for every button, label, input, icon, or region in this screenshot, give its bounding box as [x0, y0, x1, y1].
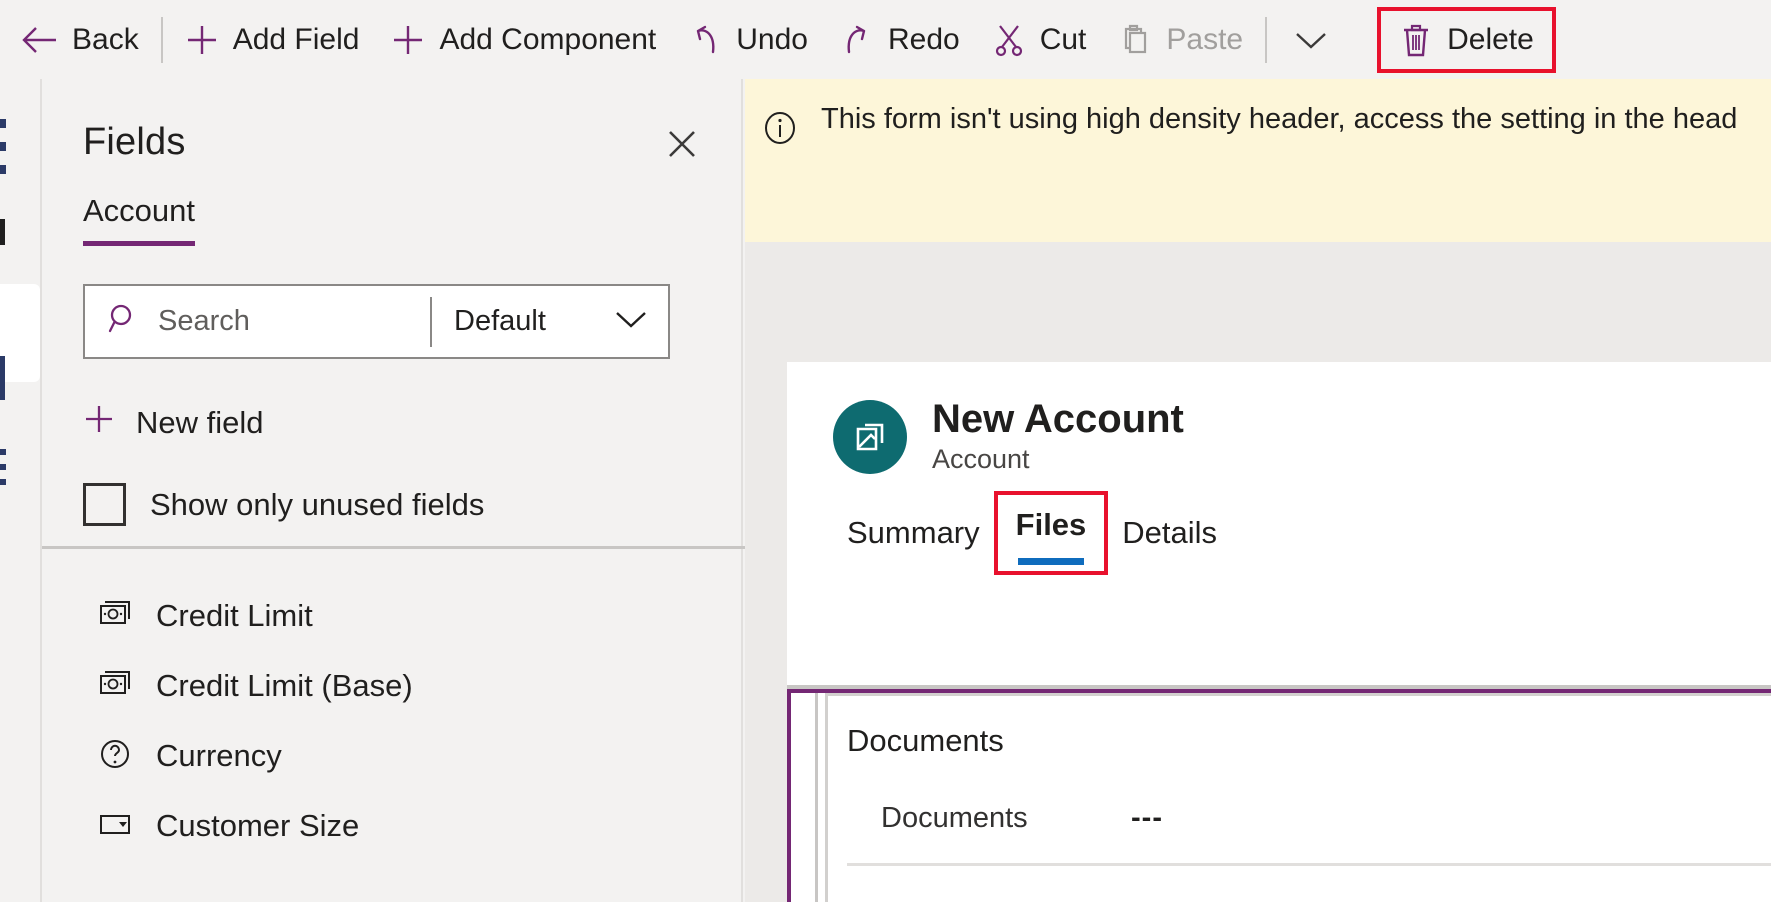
list-item[interactable]: Credit Limit	[42, 581, 745, 651]
selected-form-section[interactable]: Documents Documents ---	[787, 689, 1771, 902]
field-value: ---	[1131, 801, 1163, 834]
rail-selected-accent	[0, 356, 5, 400]
lookup-icon	[98, 737, 134, 776]
plus-icon	[391, 23, 425, 57]
search-input[interactable]: Search	[85, 286, 430, 357]
overflow-menu-button[interactable]	[1273, 9, 1363, 71]
back-label: Back	[72, 22, 139, 56]
tab-active-underline	[1017, 558, 1085, 565]
trash-icon	[1399, 22, 1433, 58]
redo-label: Redo	[887, 22, 960, 56]
tab-summary[interactable]: Summary	[829, 509, 998, 571]
toolbar-divider-1	[160, 16, 163, 63]
field-label: Customer Size	[156, 808, 360, 843]
paste-label: Paste	[1166, 22, 1244, 56]
paste-button: Paste	[1102, 9, 1259, 71]
choice-icon	[98, 810, 134, 843]
redo-button[interactable]: Redo	[824, 9, 976, 71]
search-placeholder: Search	[158, 305, 250, 337]
field-label: Documents	[881, 801, 1028, 834]
delete-button[interactable]: Delete	[1377, 6, 1556, 73]
section-title: Documents	[847, 723, 1004, 758]
rail-marker-5	[0, 449, 6, 455]
left-navigation-rail	[0, 79, 40, 902]
add-field-button[interactable]: Add Field	[169, 9, 376, 71]
page-subtitle: Account	[932, 444, 1030, 474]
show-unused-fields-label: Show only unused fields	[150, 486, 485, 522]
fields-panel-header: Fields	[42, 79, 741, 167]
section-left-rule	[815, 693, 818, 902]
add-component-label: Add Component	[439, 22, 657, 56]
form-designer-canvas-area: This form isn't using high density heade…	[745, 79, 1771, 902]
form-record-header: New Account Account	[787, 362, 1771, 475]
rail-marker-1	[0, 119, 6, 128]
rail-marker-6	[0, 464, 6, 470]
field-label: Currency	[156, 738, 282, 773]
rail-marker-7	[0, 479, 6, 485]
rail-marker-4	[0, 219, 5, 245]
cut-button[interactable]: Cut	[976, 9, 1103, 71]
tab-summary-label: Summary	[847, 515, 980, 550]
tab-files-label: Files	[1015, 507, 1087, 542]
info-icon	[761, 109, 799, 152]
fields-panel-tabs: Account	[42, 167, 741, 246]
search-icon	[107, 302, 141, 341]
field-filter-value: Default	[454, 305, 546, 337]
show-unused-fields-checkbox[interactable]: Show only unused fields	[83, 483, 741, 526]
add-field-label: Add Field	[232, 22, 360, 56]
field-filter-select[interactable]: Default	[432, 286, 668, 357]
tab-details[interactable]: Details	[1104, 509, 1235, 571]
new-field-button[interactable]: New field	[83, 403, 343, 443]
rail-marker-3	[0, 165, 6, 174]
delete-label: Delete	[1447, 22, 1534, 56]
back-button[interactable]: Back	[4, 9, 155, 71]
close-icon[interactable]	[659, 121, 705, 167]
currency-icon	[98, 669, 134, 704]
add-component-button[interactable]: Add Component	[375, 9, 672, 71]
undo-icon	[688, 23, 722, 57]
cut-label: Cut	[1039, 22, 1087, 56]
checkbox-box	[83, 483, 126, 526]
field-divider	[847, 863, 1771, 866]
clipboard-icon	[1118, 23, 1152, 57]
plus-icon	[185, 23, 219, 57]
tab-account[interactable]: Account	[83, 193, 196, 246]
account-entity-icon	[833, 399, 907, 474]
rail-selected-card[interactable]	[0, 284, 40, 382]
form-canvas: New Account Account Summary Files Detail…	[745, 242, 1771, 902]
undo-button[interactable]: Undo	[672, 9, 824, 71]
redo-icon	[840, 23, 874, 57]
currency-icon	[98, 599, 134, 634]
notification-text: This form isn't using high density heade…	[821, 103, 1738, 135]
form-header-text: New Account Account	[932, 398, 1184, 475]
table-row[interactable]: Documents ---	[881, 788, 1771, 848]
undo-label: Undo	[736, 22, 808, 56]
field-label: Credit Limit (Base)	[156, 668, 413, 703]
form-preview-card: New Account Account Summary Files Detail…	[787, 362, 1771, 902]
fields-list[interactable]: Credit Limit Credit Limit (Base) Currenc…	[42, 549, 745, 902]
arrow-left-icon	[20, 24, 58, 56]
plus-icon	[83, 403, 115, 443]
new-field-label: New field	[136, 405, 264, 440]
list-item[interactable]: Credit Limit (Base)	[42, 651, 745, 721]
fields-panel: Fields Account Search Default New field …	[40, 79, 776, 902]
page-title: New Account	[932, 397, 1184, 441]
tab-details-label: Details	[1122, 515, 1218, 550]
fields-panel-title: Fields	[83, 121, 186, 163]
tab-account-label: Account	[83, 193, 196, 228]
form-tab-strip: Summary Files Details	[787, 475, 1771, 575]
notification-banner: This form isn't using high density heade…	[745, 79, 1771, 242]
toolbar-divider-2	[1265, 16, 1268, 63]
fields-search-row: Search Default	[83, 284, 670, 359]
field-label: Credit Limit	[156, 598, 313, 633]
tab-files[interactable]: Files	[993, 491, 1109, 575]
command-bar: Back Add Field Add Component Undo Redo C…	[0, 0, 1771, 79]
list-item[interactable]: Currency	[42, 721, 745, 791]
list-item[interactable]: Customer Size	[42, 791, 745, 861]
scissors-icon	[992, 23, 1026, 57]
chevron-down-icon	[614, 308, 648, 335]
chevron-down-icon	[1293, 29, 1329, 51]
rail-marker-2	[0, 142, 6, 151]
